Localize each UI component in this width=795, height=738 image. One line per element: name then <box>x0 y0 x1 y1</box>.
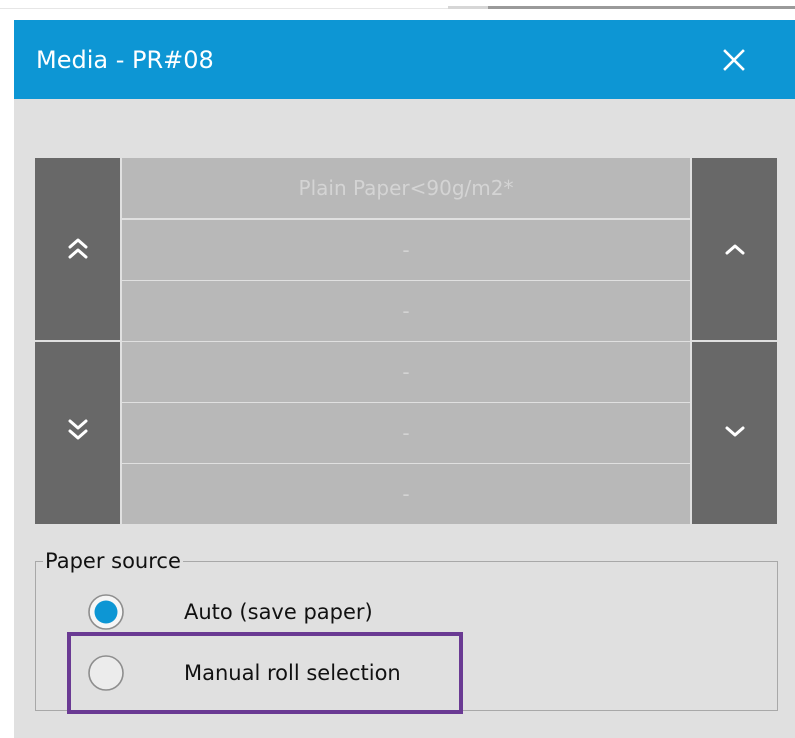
paper-source-group: Paper source Auto (save paper) Manual ro… <box>35 547 778 711</box>
top-scroll-indicator <box>488 6 795 9</box>
scroll-down-button[interactable] <box>692 342 777 524</box>
radio-unselected-icon[interactable] <box>86 653 126 693</box>
double-chevron-up-icon <box>68 238 88 259</box>
paper-source-legend: Paper source <box>43 547 183 575</box>
auto-save-paper-label: Auto (save paper) <box>184 600 373 624</box>
media-list-item[interactable]: - <box>122 342 690 402</box>
close-icon <box>723 49 745 71</box>
page-up-button[interactable] <box>35 158 120 340</box>
dialog-titlebar: Media - PR#08 <box>14 20 795 99</box>
double-chevron-down-icon <box>68 419 88 440</box>
top-divider <box>448 6 488 9</box>
media-list-item[interactable]: - <box>122 281 690 341</box>
media-list-item[interactable]: - <box>122 220 690 280</box>
close-button[interactable] <box>714 42 754 78</box>
chevron-up-icon <box>725 244 745 255</box>
window-top-strip <box>0 0 795 14</box>
media-list-item[interactable]: Plain Paper<90g/m2* <box>122 158 690 218</box>
media-list-item[interactable]: - <box>122 464 690 524</box>
scroll-up-button[interactable] <box>692 158 777 340</box>
manual-roll-selection-label: Manual roll selection <box>184 661 401 685</box>
dialog-title: Media - PR#08 <box>36 46 214 74</box>
media-list-item[interactable]: - <box>122 403 690 463</box>
chevron-down-icon <box>725 426 745 437</box>
radio-selected-icon[interactable] <box>86 592 126 632</box>
top-divider <box>0 8 448 9</box>
page-down-button[interactable] <box>35 342 120 524</box>
media-dialog: Media - PR#08 Plain Paper<90g/m2* - - - … <box>14 20 795 738</box>
media-list-area: Plain Paper<90g/m2* - - - - - <box>35 158 781 524</box>
media-list: Plain Paper<90g/m2* - - - - - <box>122 158 690 524</box>
